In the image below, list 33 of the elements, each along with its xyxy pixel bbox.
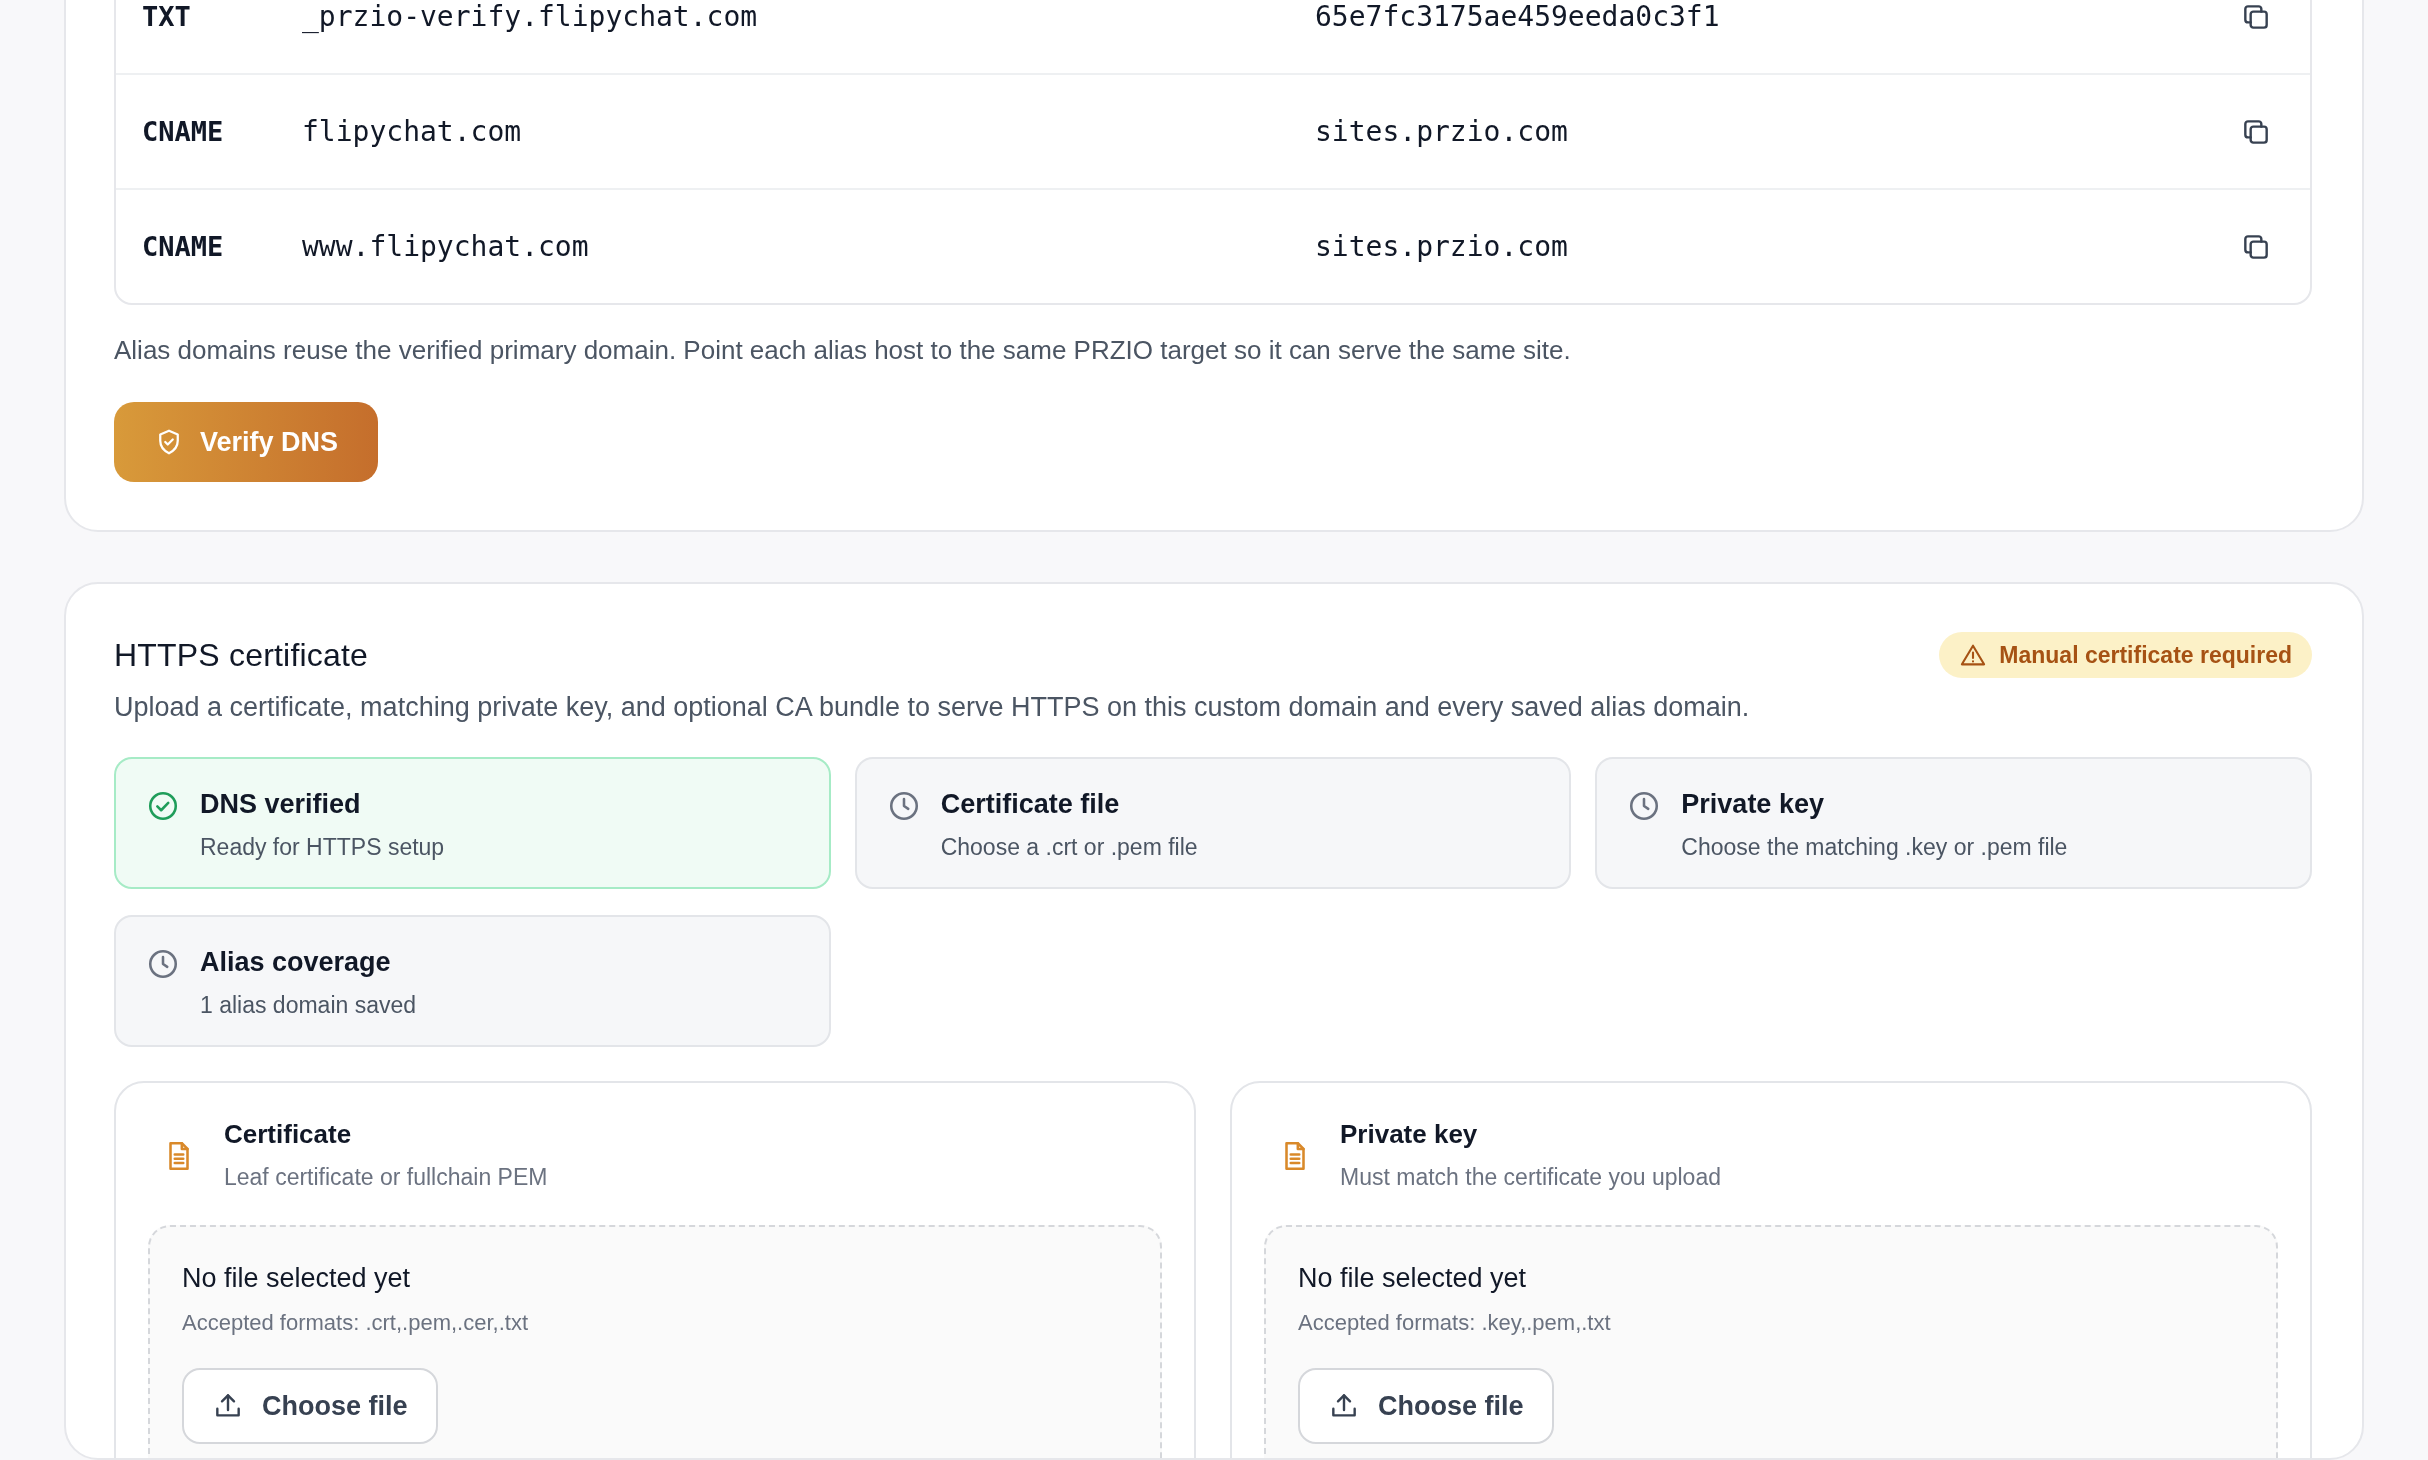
alias-note: Alias domains reuse the verified primary domain. Point each alias host to the same PRZIO target so it can serve the same site.	[114, 335, 1572, 366]
status-subtitle: Ready for HTTPS setup	[200, 834, 445, 861]
file-status: No file selected yet	[1298, 1263, 1528, 1294]
check-circle-icon	[146, 789, 180, 823]
section-description: Upload a certificate, matching private key, and optional CA bundle to serve HTTPS on this custom domain and every saved alias domain.	[114, 692, 1751, 723]
accepted-formats: Accepted formats: .key,.pem,.txt	[1298, 1310, 1612, 1336]
record-type: CNAME	[142, 116, 225, 147]
upload-title: Private key	[1340, 1119, 1479, 1150]
record-value: 65e7fc3175ae459eeda0c3f1	[1315, 0, 1721, 33]
status-subtitle: 1 alias domain saved	[200, 992, 417, 1019]
status-title: DNS verified	[200, 789, 362, 820]
record-value: sites.przio.com	[1315, 230, 1569, 263]
record-value: sites.przio.com	[1315, 115, 1569, 148]
record-host: _przio-verify.flipychat.com	[302, 0, 759, 33]
badge-label: Manual certificate required	[1999, 641, 2292, 669]
status-title: Certificate file	[940, 789, 1121, 820]
choose-file-button[interactable]: Choose file	[182, 1368, 438, 1444]
upload-subtitle: Leaf certificate or fullchain PEM	[224, 1164, 548, 1191]
choose-file-button[interactable]: Choose file	[1298, 1368, 1554, 1444]
record-host: www.flipychat.com	[302, 230, 590, 263]
status-title: Private key	[1681, 789, 1825, 820]
record-type: TXT	[142, 1, 192, 32]
record-type: CNAME	[142, 231, 225, 262]
file-status: No file selected yet	[182, 1263, 412, 1294]
accepted-formats: Accepted formats: .crt,.pem,.cer,.txt	[182, 1310, 529, 1336]
clock-icon	[146, 947, 180, 981]
section-title: HTTPS certificate	[114, 636, 369, 674]
status-subtitle: Choose a .crt or .pem file	[940, 834, 1198, 861]
upload-subtitle: Must match the certificate you upload	[1340, 1164, 1721, 1191]
record-host: flipychat.com	[302, 115, 523, 148]
status-title: Alias coverage	[200, 947, 392, 978]
upload-title: Certificate	[224, 1119, 353, 1150]
status-subtitle: Choose the matching .key or .pem file	[1681, 834, 2068, 861]
